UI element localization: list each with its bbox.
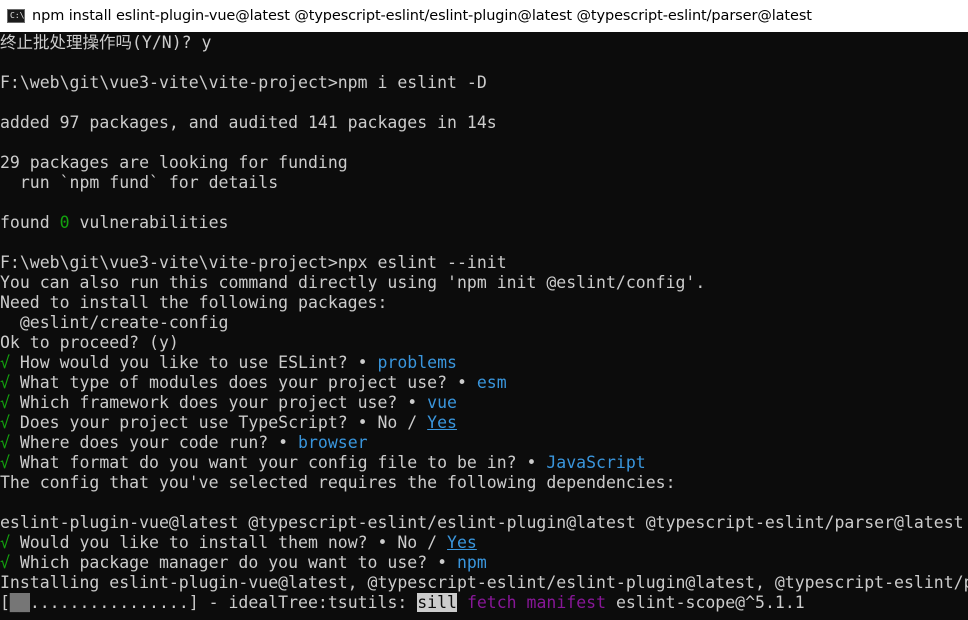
prompt-answer-line: √ Which package manager do you want to u… [0,553,968,573]
check-icon: √ [0,413,10,432]
console-line: You can also run this command directly u… [0,273,706,292]
console-line: F:\web\git\vue3-vite\vite-project>npm i … [0,73,487,92]
prompt-answer-line: √ How would you like to use ESLint? • pr… [0,353,968,373]
cmd-icon: C:\ [7,9,25,23]
prompt-answer: esm [476,373,507,392]
bullet-icon: • [357,413,368,432]
bullet-icon: • [526,453,537,472]
log-level-badge: sill [417,593,457,612]
prompt-question: Would you like to install them now? [9,533,378,552]
bullet-icon: • [377,533,388,552]
check-icon: √ [0,453,10,472]
title-bar[interactable]: C:\ npm install eslint-plugin-vue@latest… [0,0,968,32]
check-icon: √ [0,533,10,552]
prompt-question: How would you like to use ESLint? [9,353,358,372]
progress-remaining: ................ [29,593,189,612]
vulnerabilities-line: found 0 vulnerabilities [0,213,968,233]
prompt-question: Where does your code run? [9,433,279,452]
prompt-answer-line: √ What type of modules does your project… [0,373,968,393]
console-line: Installing eslint-plugin-vue@latest, @ty… [0,573,968,592]
log-package: eslint-scope@^5.1.1 [615,593,805,612]
prompt-answer-line: √ Would you like to install them now? • … [0,533,968,553]
prompt-answer: npm [456,553,487,572]
console-line: added 97 packages, and audited 141 packa… [0,113,497,132]
check-icon: √ [0,433,10,452]
prompt-question: What format do you want your config file… [9,453,527,472]
progress-status: ] - idealTree:tsutils: [188,593,418,612]
bullet-icon: • [278,433,289,452]
prompt-answer-line: √ What format do you want your config fi… [0,453,968,473]
console-line: eslint-plugin-vue@latest @typescript-esl… [0,513,964,532]
prompt-answer: browser [298,433,368,452]
check-icon: √ [0,353,10,372]
check-icon: √ [0,373,10,392]
console-line: The config that you've selected requires… [0,473,676,492]
console-line: 29 packages are looking for funding [0,153,348,172]
prompt-option-no: No / [367,413,428,432]
prompt-question: Does your project use TypeScript? [9,413,358,432]
prompt-answer: JavaScript [546,453,646,472]
log-action: manifest [526,593,607,612]
prompt-answer-line: √ Where does your code run? • browser [0,433,968,453]
console-line: 终止批处理操作吗(Y/N)? y [0,33,212,52]
prompt-answer: Yes [427,413,457,432]
prompt-answer-line: √ Which framework does your project use?… [0,393,968,413]
bullet-icon: • [456,373,467,392]
vulnerability-count: 0 [59,213,70,232]
console-text: found [0,213,60,232]
prompt-answer: Yes [447,533,477,552]
console-line: @eslint/create-config [0,313,229,332]
prompt-option-no: No / [387,533,448,552]
console-line: F:\web\git\vue3-vite\vite-project>npx es… [0,253,507,272]
console-line: Ok to proceed? (y) [0,333,179,352]
window-title: npm install eslint-plugin-vue@latest @ty… [32,8,812,24]
prompt-question: Which framework does your project use? [9,393,408,412]
prompt-question: What type of modules does your project u… [9,373,457,392]
console-text: vulnerabilities [69,213,229,232]
prompt-question: Which package manager do you want to use… [9,553,438,572]
prompt-answer-line: √ Does your project use TypeScript? • No… [0,413,968,433]
progress-fill: ██ [9,593,30,612]
terminal-window: C:\ npm install eslint-plugin-vue@latest… [0,0,968,620]
prompt-answer: problems [377,353,457,372]
progress-line: [██................] - idealTree:tsutils… [0,593,968,613]
bullet-icon: • [437,553,448,572]
console-line: run `npm fund` for details [0,173,279,192]
console-line: Need to install the following packages: [0,293,388,312]
check-icon: √ [0,393,10,412]
prompt-answer: vue [427,393,457,412]
check-icon: √ [0,553,10,572]
bullet-icon: • [357,353,368,372]
console-output[interactable]: 终止批处理操作吗(Y/N)? y F:\web\git\vue3-vite\vi… [0,33,968,620]
log-action: fetch [466,593,517,612]
progress-bracket: [ [0,593,10,612]
bullet-icon: • [407,393,418,412]
